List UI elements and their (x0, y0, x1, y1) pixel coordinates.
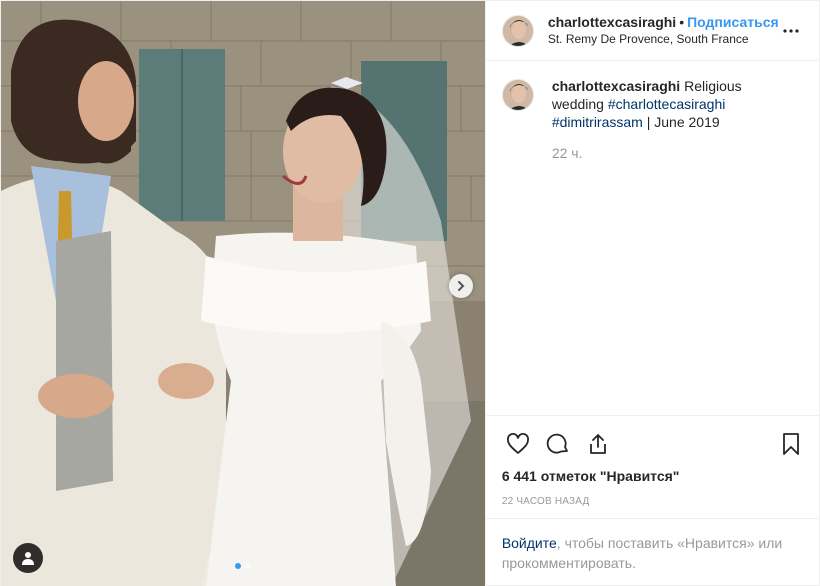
instagram-post: charlottexcasiraghi • Подписаться St. Remy… (0, 0, 820, 586)
user-tag-icon (22, 552, 34, 565)
author-username[interactable]: charlottexcasiraghi (548, 14, 676, 30)
bookmark-icon (783, 433, 799, 455)
post-sidebar: charlottexcasiraghi • Подписаться St. Remy… (484, 1, 819, 586)
avatar[interactable] (501, 14, 534, 47)
profile-photo (502, 80, 533, 110)
hashtag-link[interactable]: #dimitrirassam (552, 114, 643, 130)
comment-button[interactable] (538, 424, 578, 464)
header-separator: • (679, 13, 685, 30)
caption-timestamp: 22 ч. (551, 145, 583, 161)
wedding-photo-illustration (1, 1, 485, 586)
caption-comment: charlottexcasiraghi Religious wedding #c… (501, 77, 803, 162)
profile-photo (502, 15, 533, 46)
post-location[interactable]: St. Remy De Provence, South France (548, 31, 779, 48)
like-button[interactable] (498, 424, 538, 464)
share-button[interactable] (578, 424, 618, 464)
carousel-indicator (234, 563, 251, 569)
carousel-next-button[interactable] (448, 274, 473, 298)
chevron-right-icon (457, 281, 465, 291)
comments-section: charlottexcasiraghi Religious wedding #c… (485, 61, 819, 416)
avatar[interactable] (501, 79, 534, 111)
post-photo[interactable] (1, 1, 485, 586)
caption-username[interactable]: charlottexcasiraghi (552, 78, 680, 94)
post-time-ago[interactable]: 22 ЧАСОВ НАЗАД (486, 488, 819, 518)
more-options-button[interactable] (779, 19, 803, 43)
heart-icon (506, 433, 529, 454)
save-button[interactable] (771, 424, 811, 464)
header-text: charlottexcasiraghi • Подписаться St. Remy… (548, 14, 779, 48)
comment-icon (546, 433, 568, 454)
action-bar (486, 416, 819, 464)
login-prompt: Войдите, чтобы поставить «Нравится» или … (485, 518, 819, 586)
hashtag-link[interactable]: #charlottecasiraghi (608, 96, 726, 112)
post-header: charlottexcasiraghi • Подписаться St. Remy… (485, 1, 819, 61)
caption-suffix: | June 2019 (646, 114, 720, 130)
more-icon (783, 29, 799, 33)
carousel-dot-active (234, 563, 241, 569)
follow-button[interactable]: Подписаться (687, 14, 779, 30)
tagged-users-button[interactable] (13, 543, 43, 573)
share-icon (589, 434, 606, 454)
likes-count[interactable]: 6 441 отметок "Нравится" (486, 464, 819, 488)
login-link[interactable]: Войдите (502, 535, 557, 551)
carousel-dot (244, 563, 251, 569)
caption-body: charlottexcasiraghi Religious wedding #c… (552, 77, 797, 162)
